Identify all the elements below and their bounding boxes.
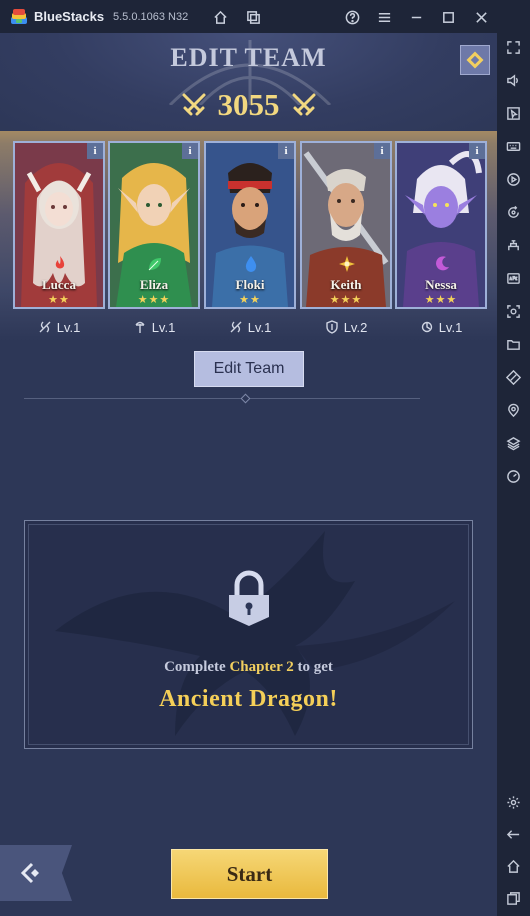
hero-stars: ★★ xyxy=(239,294,261,306)
title-bar: BlueStacks 5.5.0.1063 N32 xyxy=(0,0,530,33)
unlock-suffix: to get xyxy=(297,659,333,675)
hero-level-eliza: Lv.1 xyxy=(108,318,200,336)
close-icon[interactable] xyxy=(471,7,491,27)
hero-stars: ★★★ xyxy=(137,294,171,306)
hero-name: Keith xyxy=(330,277,362,292)
formation-button[interactable] xyxy=(460,45,490,75)
hero-level: Lv.1 xyxy=(438,319,463,335)
android-home-icon[interactable] xyxy=(503,856,524,877)
multi-instance-icon[interactable] xyxy=(243,7,263,27)
bluestacks-sidebar xyxy=(497,33,530,916)
settings-icon[interactable] xyxy=(503,792,524,813)
screenshot-icon[interactable] xyxy=(503,301,524,322)
hero-level-nessa: Lv.1 xyxy=(395,318,487,336)
bluestacks-logo-icon xyxy=(11,9,27,24)
folder-icon[interactable] xyxy=(503,334,524,355)
hero-info-button[interactable]: i xyxy=(87,143,103,159)
rotate-icon[interactable] xyxy=(503,202,524,223)
fullscreen-icon[interactable] xyxy=(503,37,524,58)
back-icon[interactable] xyxy=(503,824,524,845)
hero-stars: ★★★ xyxy=(424,294,458,306)
hero-card-keith[interactable]: i Keith ★★★ xyxy=(300,141,392,309)
edit-team-button[interactable]: Edit Team xyxy=(194,351,304,387)
hero-info-button[interactable]: i xyxy=(278,143,294,159)
fire-element-icon xyxy=(55,256,65,269)
hero-level-floki: Lv.1 xyxy=(204,318,296,336)
back-arrow-icon xyxy=(20,862,39,884)
hero-info-button[interactable]: i xyxy=(374,143,390,159)
home-icon[interactable] xyxy=(210,7,230,27)
hero-info-button[interactable]: i xyxy=(182,143,198,159)
game-screen: EDIT TEAM 3055 i Lucca ★★ i Eliza ★★★ i … xyxy=(0,33,497,916)
page-title: EDIT TEAM xyxy=(170,43,327,72)
dragon-silhouette xyxy=(55,531,455,736)
crossed-swords-icon xyxy=(182,93,205,116)
light-element-icon xyxy=(339,256,355,272)
location-icon[interactable] xyxy=(503,400,524,421)
maximize-icon[interactable] xyxy=(438,7,458,27)
minimize-icon[interactable] xyxy=(406,7,426,27)
hero-stars: ★★ xyxy=(48,294,70,306)
app-version: 5.5.0.1063 N32 xyxy=(113,11,189,23)
lock-icon xyxy=(229,570,269,626)
hero-level: Lv.1 xyxy=(56,319,81,335)
team-power-value: 3055 xyxy=(217,87,280,122)
dark-element-icon xyxy=(436,256,449,271)
class-icon xyxy=(39,321,51,333)
hero-stars: ★★★ xyxy=(329,294,363,306)
start-button[interactable]: Start xyxy=(171,849,328,899)
hero-card-eliza[interactable]: i Eliza ★★★ xyxy=(108,141,200,309)
app-name: BlueStacks xyxy=(34,9,105,24)
record-icon[interactable] xyxy=(503,169,524,190)
diamond-badge-icon xyxy=(466,51,484,69)
divider-ornament xyxy=(240,393,251,404)
unlock-chapter: Chapter 2 xyxy=(229,659,294,675)
hero-card-nessa[interactable]: i Nessa ★★★ xyxy=(395,141,487,309)
hero-info-button[interactable]: i xyxy=(469,143,485,159)
hero-name: Lucca xyxy=(42,277,76,292)
menu-icon[interactable] xyxy=(374,7,394,27)
hero-level-keith: Lv.2 xyxy=(300,318,392,336)
back-button[interactable] xyxy=(0,845,72,901)
keyboard-icon[interactable] xyxy=(503,136,524,157)
hero-level: Lv.1 xyxy=(151,319,176,335)
hero-level: Lv.1 xyxy=(247,319,272,335)
cursor-icon[interactable] xyxy=(503,103,524,124)
class-icon xyxy=(135,321,145,333)
team-power: 3055 xyxy=(0,87,497,123)
hero-name: Nessa xyxy=(425,277,457,292)
help-icon[interactable] xyxy=(342,7,362,27)
unlock-prefix: Complete xyxy=(164,659,226,675)
gauge-icon[interactable] xyxy=(503,466,524,487)
recent-apps-icon[interactable] xyxy=(503,888,524,909)
crossed-swords-icon xyxy=(292,93,315,116)
layers-icon[interactable] xyxy=(503,433,524,454)
hero-card-floki[interactable]: i Floki ★★ xyxy=(204,141,296,309)
hero-level-lucca: Lv.1 xyxy=(13,318,105,336)
leaf-element-icon xyxy=(148,258,161,271)
locked-reward-panel: Complete Chapter 2 to get Ancient Dragon… xyxy=(24,520,473,749)
shield-class-icon xyxy=(325,320,338,334)
volume-icon[interactable] xyxy=(503,70,524,91)
hero-name: Eliza xyxy=(139,277,169,292)
water-element-icon xyxy=(245,256,257,272)
eco-icon[interactable] xyxy=(503,367,524,388)
class-icon xyxy=(230,321,242,333)
class-icon xyxy=(421,321,432,333)
hero-name: Floki xyxy=(235,277,265,292)
section-divider xyxy=(24,398,420,399)
macro-icon[interactable] xyxy=(503,235,524,256)
hero-card-lucca[interactable]: i Lucca ★★ xyxy=(13,141,105,309)
apk-icon[interactable] xyxy=(503,268,524,289)
reward-name: Ancient Dragon! xyxy=(159,686,338,712)
hero-level: Lv.2 xyxy=(343,319,368,335)
unlock-condition: Complete Chapter 2 to get xyxy=(25,659,472,676)
